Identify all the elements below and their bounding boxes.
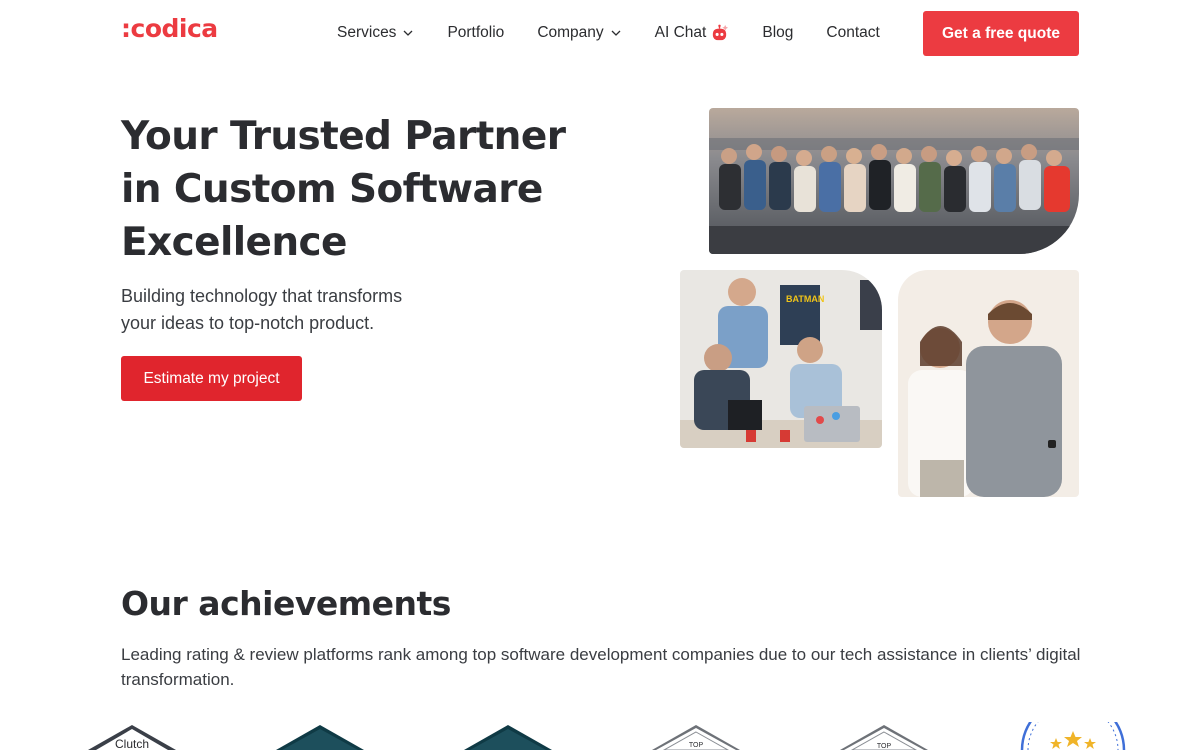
nav-item-ai-chat[interactable]: AI Chat [655, 24, 730, 43]
hero-title-line-1: Your Trusted Partner [121, 114, 566, 159]
nav-item-company[interactable]: Company [537, 24, 621, 42]
nav-item-portfolio[interactable]: Portfolio [447, 24, 504, 42]
codica-logo[interactable]: :codica [121, 14, 218, 43]
clutch-badge-icon[interactable]: Clutch [86, 722, 178, 750]
nav-item-blog[interactable]: Blog [762, 24, 793, 42]
chevron-down-icon [403, 30, 413, 36]
stars-badge-icon[interactable] [1018, 722, 1128, 750]
hero-subtitle-line-1: Building technology that transforms [121, 286, 403, 306]
nav-label-ai-chat: AI Chat [654, 24, 707, 41]
get-free-quote-button[interactable]: Get a free quote [923, 11, 1079, 56]
estimate-project-button[interactable]: Estimate my project [121, 356, 302, 401]
achievement-badges: Clutch TOP TOP [0, 722, 1200, 750]
achievements-title: Our achievements [121, 584, 451, 623]
dark-badge-icon[interactable] [462, 722, 554, 750]
achievements-description: Leading rating & review platforms rank a… [121, 645, 1081, 689]
nav-item-contact[interactable]: Contact [826, 24, 879, 42]
nav-label-blog: Blog [762, 24, 794, 41]
nav-label-company: Company [537, 24, 604, 41]
top-badge-icon[interactable]: TOP [838, 722, 930, 750]
ai-chat-icon [713, 24, 729, 40]
svg-text:BATMAN: BATMAN [786, 294, 824, 304]
main-nav: Services Portfolio Company AI Chat Blog [337, 0, 880, 66]
hero-title-line-2: in Custom Software [121, 167, 543, 212]
top-badge-label: TOP [877, 743, 892, 750]
dark-badge-icon[interactable] [274, 722, 366, 750]
nav-label-services: Services [337, 24, 397, 41]
clutch-badge-label: Clutch [115, 737, 149, 750]
hero-title: Your Trusted Partner in Custom Software … [121, 110, 591, 269]
team-photo [709, 108, 1079, 254]
nav-label-portfolio: Portfolio [447, 24, 505, 41]
nav-label-contact: Contact [826, 24, 880, 41]
hero-title-line-3: Excellence [121, 220, 347, 265]
top-badge-label: TOP [689, 742, 704, 749]
hero-subtitle-line-2: your ideas to top-notch product. [121, 313, 375, 333]
hero-subtitle: Building technology that transforms your… [121, 283, 461, 337]
site-header: :codica Services Portfolio Company AI Ch… [0, 0, 1200, 66]
nav-item-services[interactable]: Services [337, 24, 414, 42]
office-photo: BATMAN [680, 270, 882, 448]
chevron-down-icon [611, 30, 621, 36]
top-badge-icon[interactable]: TOP [650, 722, 742, 750]
founders-photo [898, 270, 1079, 497]
